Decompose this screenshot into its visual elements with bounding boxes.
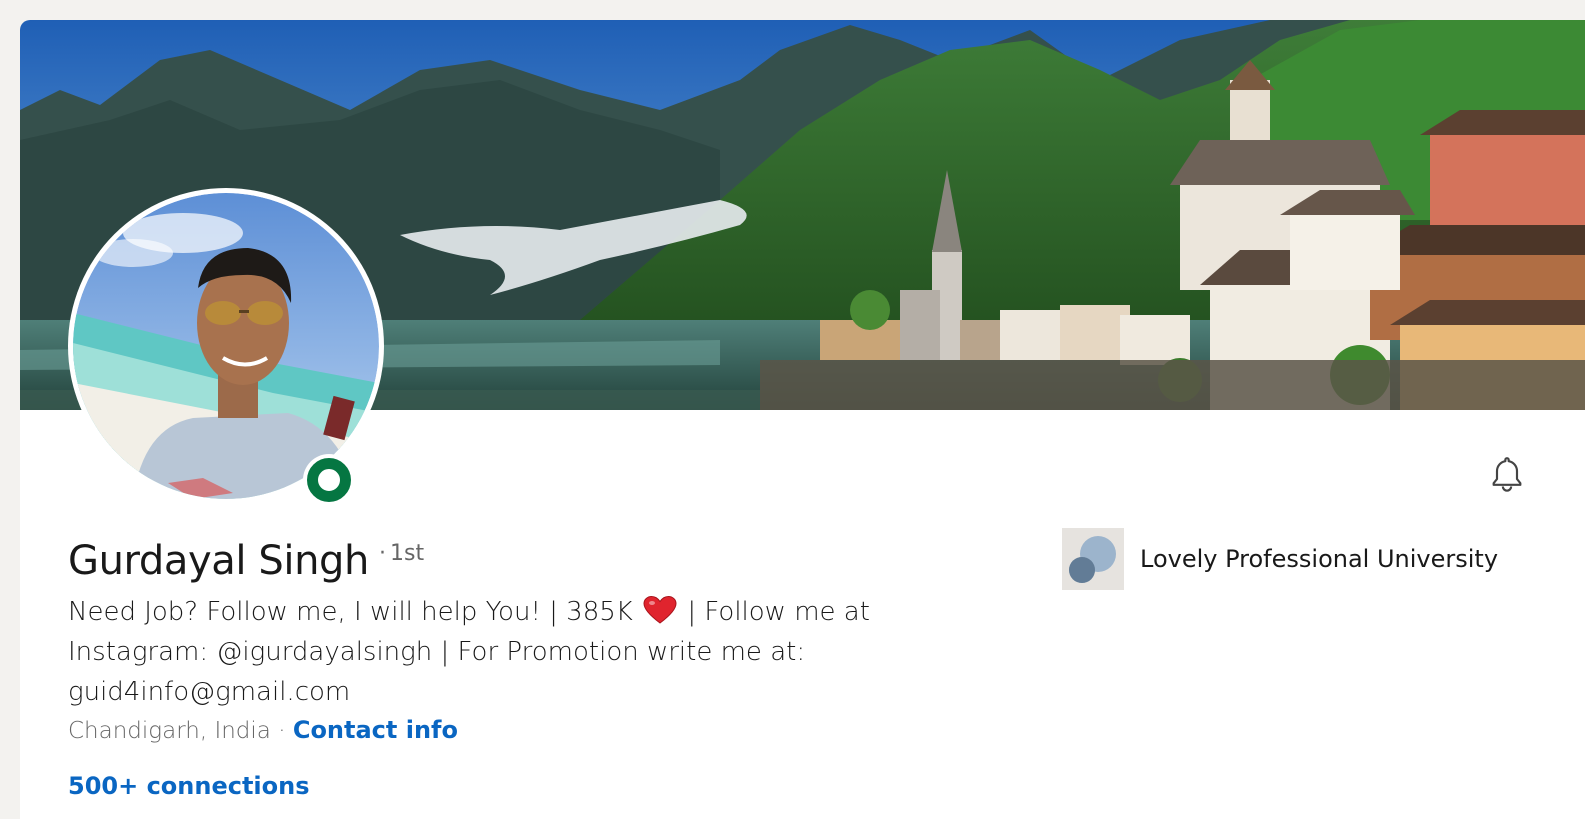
contact-info-link[interactable]: Contact info bbox=[293, 716, 458, 744]
school-logo-icon bbox=[1062, 528, 1124, 590]
profile-name: Gurdayal Singh bbox=[68, 538, 370, 584]
profile-headline: Need Job? Follow me, I will help You! | … bbox=[68, 592, 968, 712]
connection-degree: · 1st bbox=[379, 541, 425, 566]
school-name: Lovely Professional University bbox=[1140, 545, 1499, 573]
name-row: Gurdayal Singh · 1st bbox=[68, 538, 424, 584]
connections-link[interactable]: 500+ connections bbox=[68, 772, 310, 800]
headline-text-start: Need Job? Follow me, I will help You! | … bbox=[68, 597, 633, 627]
location-separator: · bbox=[270, 718, 293, 744]
education-link[interactable]: Lovely Professional University bbox=[1062, 528, 1498, 590]
location-row: Chandigarh, India · Contact info bbox=[68, 716, 458, 744]
heart-icon bbox=[643, 595, 677, 625]
bell-icon[interactable] bbox=[1483, 450, 1531, 498]
profile-card: Gurdayal Singh · 1st Need Job? Follow me,… bbox=[20, 20, 1585, 819]
location-text: Chandigarh, India bbox=[68, 718, 271, 744]
online-status-icon bbox=[303, 454, 355, 506]
